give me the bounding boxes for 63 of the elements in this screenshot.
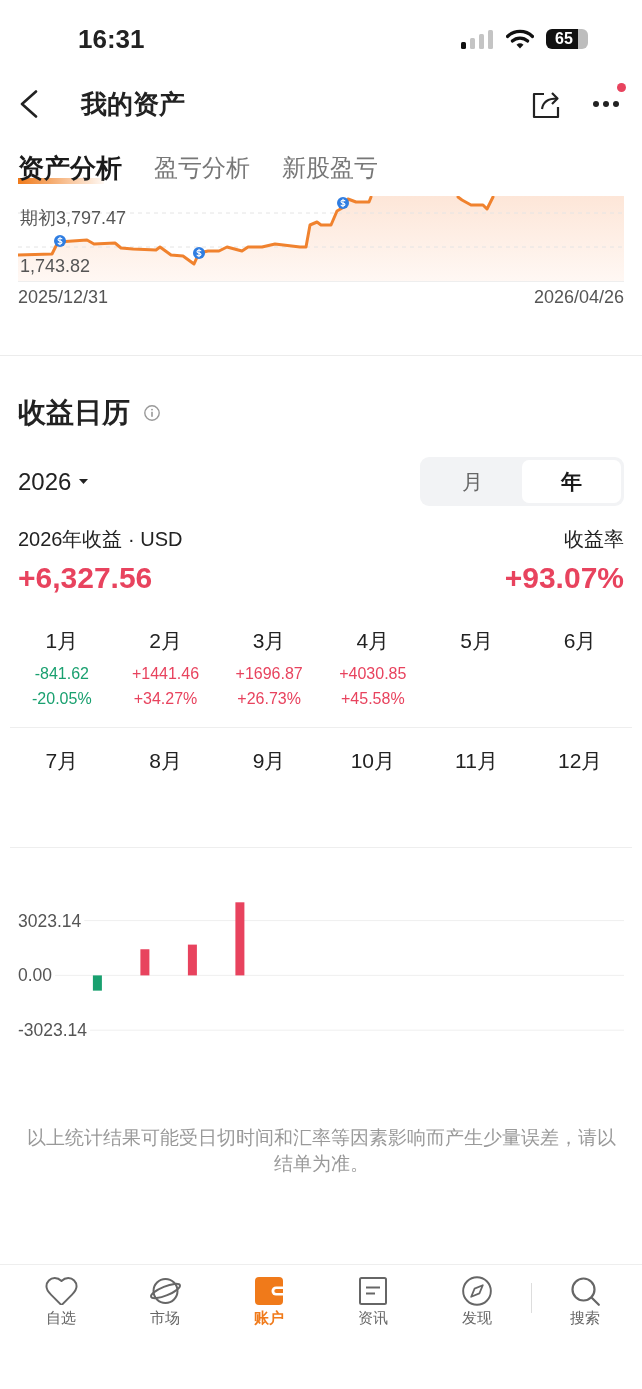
- dollar-marker-icon: [193, 247, 205, 259]
- segment-option[interactable]: 月: [423, 460, 522, 503]
- tab[interactable]: 新股盈亏: [282, 153, 378, 184]
- nav-tab[interactable]: 资讯: [321, 1276, 425, 1328]
- month-label: 3月: [252, 629, 286, 653]
- dollar-marker-icon: [54, 235, 66, 247]
- caret-icon: [79, 479, 89, 484]
- month-label: 4月: [356, 629, 390, 653]
- axis-label: 3023.14: [18, 910, 82, 931]
- month-label: 8月: [149, 749, 182, 773]
- nav-tab[interactable]: 自选: [9, 1276, 113, 1328]
- month-profit: +1696.87: [235, 664, 303, 684]
- back-icon[interactable]: [19, 90, 39, 118]
- chart-value-label: 期初3,797.47: [20, 207, 127, 229]
- share-icon[interactable]: [532, 89, 560, 119]
- compass-icon: [462, 1276, 492, 1306]
- tab[interactable]: 盈亏分析: [154, 153, 250, 184]
- rate-label: 收益率: [564, 527, 624, 552]
- month-profit: -841.62: [34, 664, 89, 684]
- year-dropdown[interactable]: 2026: [18, 466, 89, 497]
- battery-indicator: 65: [546, 29, 588, 49]
- disclaimer-text: 以上统计结果可能受日切时间和汇率等因素影响而产生少量误差，请以结单为准。: [25, 1125, 617, 1176]
- month-rate: +34.27%: [133, 689, 198, 709]
- total-rate: +93.07%: [504, 560, 624, 596]
- month-profit: +4030.85: [339, 664, 407, 684]
- nav-tab[interactable]: 发现: [425, 1276, 529, 1328]
- document-icon: [359, 1277, 387, 1305]
- month-rate: +26.73%: [237, 689, 301, 709]
- wifi-icon: [506, 29, 534, 49]
- summary-label: 2026年收益 · USD: [18, 527, 183, 552]
- date-label: 2025/12/31: [18, 286, 109, 308]
- date-label: 2026/04/26: [533, 286, 624, 308]
- segment-option[interactable]: 年: [522, 460, 621, 503]
- tab[interactable]: 资产分析: [18, 153, 122, 184]
- month-label: 1月: [45, 629, 79, 653]
- wallet-icon: [255, 1277, 283, 1305]
- month-label: 11月: [455, 749, 498, 773]
- month-rate: +45.58%: [341, 689, 405, 709]
- status-time: 16:31: [78, 24, 145, 54]
- month-label: 2月: [149, 629, 182, 653]
- planet-icon: [148, 1276, 182, 1306]
- month-profit: +1441.46: [131, 664, 200, 684]
- total-profit: +6,327.56: [18, 560, 153, 596]
- month-rate: -20.05%: [32, 689, 92, 709]
- search-icon: [570, 1276, 600, 1306]
- signal-icon: [461, 29, 494, 49]
- axis-label: 0.00: [18, 965, 53, 986]
- month-label: 6月: [563, 629, 597, 653]
- heart-icon: [44, 1277, 78, 1305]
- month-label: 10月: [350, 749, 395, 773]
- month-label: 5月: [460, 629, 493, 653]
- info-icon[interactable]: [144, 405, 160, 421]
- axis-label: -3023.14: [18, 1020, 88, 1041]
- dollar-marker-icon: [337, 197, 349, 209]
- section-title: 收益日历: [18, 396, 130, 430]
- month-label: 7月: [45, 749, 79, 773]
- more-icon[interactable]: [593, 101, 619, 107]
- chart-value-label: 1,743.82: [20, 255, 91, 277]
- month-label: 12月: [557, 749, 603, 773]
- nav-tab[interactable]: 市场: [113, 1276, 217, 1328]
- page-title: 我的资产: [81, 88, 185, 120]
- nav-tab[interactable]: 搜索: [533, 1276, 637, 1328]
- month-label: 9月: [252, 749, 286, 773]
